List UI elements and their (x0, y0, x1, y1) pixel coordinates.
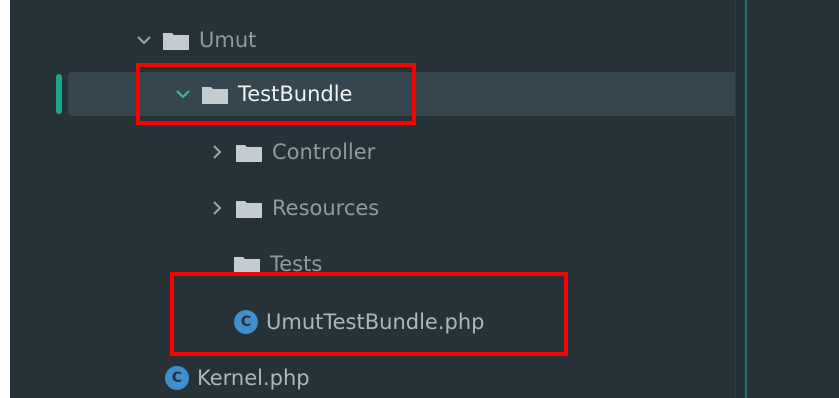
tree-item-label: Kernel.php (197, 366, 310, 390)
tree-item-resources[interactable]: Resources (208, 186, 379, 230)
tree-item-controller[interactable]: Controller (208, 130, 375, 174)
project-tree: Umut TestBundle Controller Resources Tes… (10, 0, 740, 398)
tree-item-label: TestBundle (238, 82, 353, 106)
tree-item-label: UmutTestBundle.php (266, 310, 485, 334)
php-class-icon: C (165, 366, 189, 390)
tree-item-label: Tests (270, 252, 323, 276)
tree-item-umut[interactable]: Umut (135, 18, 256, 62)
tree-item-tests[interactable]: Tests (234, 242, 322, 286)
folder-icon (202, 83, 230, 105)
divider-accent-line (745, 0, 747, 398)
tree-item-umuttestbundle-php[interactable]: C UmutTestBundle.php (234, 300, 484, 344)
tree-item-kernel-php[interactable]: C Kernel.php (165, 356, 310, 398)
chevron-right-icon[interactable] (208, 143, 226, 161)
folder-icon (234, 253, 262, 275)
chevron-down-icon[interactable] (174, 85, 192, 103)
editor-area (755, 0, 839, 398)
project-tool-window: Umut TestBundle Controller Resources Tes… (10, 0, 839, 398)
selection-marker (56, 74, 62, 114)
tree-item-testbundle[interactable]: TestBundle (68, 72, 740, 116)
php-class-icon: C (234, 310, 258, 334)
chevron-down-icon[interactable] (135, 31, 153, 49)
chevron-right-icon[interactable] (208, 199, 226, 217)
tree-item-label: Umut (199, 28, 257, 52)
folder-icon (236, 197, 264, 219)
tree-item-label: Controller (272, 140, 376, 164)
folder-icon (163, 29, 191, 51)
folder-icon (236, 141, 264, 163)
tree-item-label: Resources (272, 196, 380, 220)
